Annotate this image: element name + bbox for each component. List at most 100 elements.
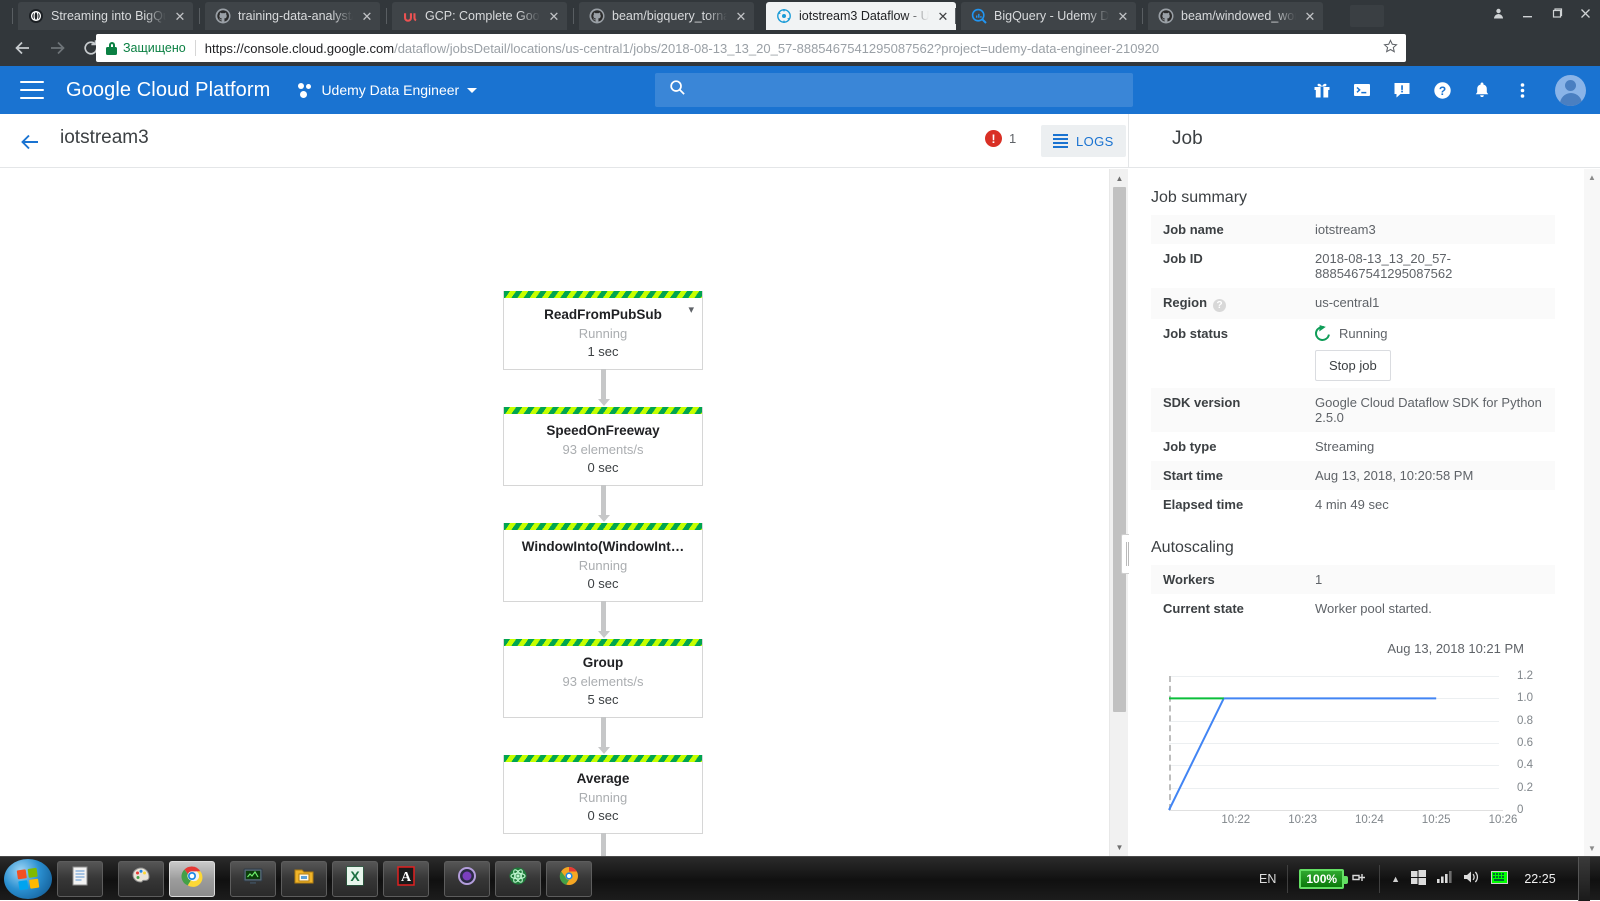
close-icon[interactable]: [1571, 0, 1600, 26]
star-icon[interactable]: [1375, 39, 1398, 57]
show-hidden-icon[interactable]: ▲: [1391, 874, 1400, 884]
taskbar-clock[interactable]: 22:25: [1519, 872, 1561, 886]
row-key: Current state: [1163, 601, 1244, 616]
address-bar[interactable]: Защищено https://console.cloud.google.co…: [96, 34, 1406, 62]
github-icon: [1158, 8, 1174, 24]
taskbar-button[interactable]: A: [383, 861, 429, 897]
info-row: Job nameiotstream3: [1151, 215, 1555, 244]
browser-tab[interactable]: iotstream3 Dataflow - Ud✕: [766, 2, 956, 30]
pipeline-step-node[interactable]: WindowInto(WindowInt…Running0 sec: [503, 523, 703, 602]
pipeline-step-node[interactable]: SpeedOnFreeway93 elements/s0 sec: [503, 407, 703, 486]
pipeline-edge: [601, 833, 606, 856]
back-arrow-icon[interactable]: [16, 128, 44, 156]
error-count-badge[interactable]: ! 1: [985, 130, 1016, 147]
logs-button[interactable]: LOGS: [1041, 125, 1126, 157]
row-key: SDK version: [1163, 395, 1240, 410]
tab-title: BigQuery - Udemy Data E: [994, 9, 1109, 23]
node-status-stripe: [504, 407, 702, 414]
tab-close-icon[interactable]: ✕: [547, 10, 561, 23]
language-indicator[interactable]: EN: [1259, 872, 1276, 886]
scroll-down-icon[interactable]: ▼: [1110, 838, 1129, 856]
taskbar-button[interactable]: [281, 861, 327, 897]
taskbar-button[interactable]: [444, 861, 490, 897]
minimize-icon[interactable]: [1513, 0, 1542, 26]
windows-start-orb[interactable]: [4, 859, 52, 899]
user-icon[interactable]: [1484, 0, 1513, 26]
taskbar-button[interactable]: X: [332, 861, 378, 897]
pipeline-step-node[interactable]: ▾ReadFromPubSubRunning1 sec: [503, 291, 703, 370]
taskbar-button[interactable]: [230, 861, 276, 897]
row-key-cell: Job ID: [1151, 244, 1303, 288]
chevron-down-icon[interactable]: ▾: [688, 303, 694, 316]
pipeline-edge: [601, 485, 606, 518]
taskbar-button[interactable]: [118, 861, 164, 897]
taskbar-button[interactable]: [169, 861, 215, 897]
chevron-down-icon: [467, 88, 477, 93]
pipeline-step-node[interactable]: Group93 elements/s5 sec: [503, 639, 703, 718]
taskbar-button[interactable]: [495, 861, 541, 897]
row-value: Aug 13, 2018, 10:20:58 PM: [1303, 461, 1555, 490]
project-picker[interactable]: Udemy Data Engineer: [298, 82, 477, 98]
keyboard-icon[interactable]: [1491, 871, 1508, 887]
more-vert-icon[interactable]: [1511, 79, 1533, 101]
pipeline-graph[interactable]: ▾ReadFromPubSubRunning1 sec SpeedOnFreewa…: [0, 169, 1128, 856]
graph-scrollbar[interactable]: ▲ ▼: [1109, 169, 1128, 856]
taskbar-button[interactable]: [546, 861, 592, 897]
hamburger-menu-icon[interactable]: [20, 81, 44, 99]
scroll-up-icon[interactable]: ▲: [1110, 169, 1129, 187]
stop-job-button[interactable]: Stop job: [1315, 350, 1391, 381]
node-status-stripe: [504, 639, 702, 646]
tab-close-icon[interactable]: ✕: [173, 10, 187, 23]
notifications-icon[interactable]: [1471, 79, 1493, 101]
back-arrow-icon[interactable]: [6, 30, 40, 66]
pipeline-step-node[interactable]: AverageRunning0 sec: [503, 755, 703, 834]
windows-icon[interactable]: [1411, 870, 1426, 888]
browser-tab[interactable]: training-data-analyst/cou✕: [205, 2, 380, 30]
tab-close-icon[interactable]: ✕: [360, 10, 374, 23]
search-input[interactable]: [655, 73, 1133, 107]
browser-tab[interactable]: beam/windowed_wordco✕: [1148, 2, 1323, 30]
gcp-brand[interactable]: Google Cloud Platform: [66, 79, 270, 102]
browser-tab[interactable]: BigQuery - Udemy Data E ✕: [961, 2, 1136, 30]
pipeline-edge: [601, 369, 606, 402]
network-icon[interactable]: [1437, 870, 1453, 887]
avatar[interactable]: [1555, 75, 1586, 106]
chart-timestamp: Aug 13, 2018 10:21 PM: [1129, 641, 1524, 656]
panel-scrollbar[interactable]: ▲ ▼: [1584, 169, 1600, 856]
forward-arrow-icon[interactable]: [40, 30, 74, 66]
tab-close-icon[interactable]: ✕: [734, 10, 748, 23]
taskbar-button[interactable]: [57, 861, 103, 897]
new-tab-button[interactable]: [1350, 5, 1384, 27]
tab-close-icon[interactable]: ✕: [936, 10, 950, 23]
tab-close-icon[interactable]: ✕: [1303, 10, 1317, 23]
node-status: Running: [504, 558, 702, 573]
omnibox-divider: [195, 40, 196, 56]
graph-scrollbar-thumb[interactable]: [1113, 187, 1126, 712]
tab-separator: [955, 8, 956, 24]
node-duration: 0 sec: [504, 576, 702, 591]
browser-tab[interactable]: Streaming into BigQuery✕: [18, 2, 193, 30]
show-desktop-button[interactable]: [1578, 857, 1590, 901]
browser-tab[interactable]: GCP: Complete Google D✕: [392, 2, 567, 30]
help-icon[interactable]: ?: [1431, 79, 1453, 101]
globe-dark-icon: [28, 8, 44, 24]
node-status: Running: [504, 326, 702, 341]
feedback-icon[interactable]: [1391, 79, 1413, 101]
tab-close-icon[interactable]: ✕: [1116, 10, 1130, 23]
autoscaling-chart: 1.21.00.80.60.40.2010:2210:2310:2410:251…: [1151, 670, 1551, 825]
row-value-cell: RunningStop job: [1303, 319, 1555, 388]
panel-scroll-down-icon[interactable]: ▼: [1584, 840, 1600, 856]
browser-tab[interactable]: beam/bigquery_tornadoe✕: [579, 2, 754, 30]
browser-toolbar: Защищено https://console.cloud.google.co…: [0, 30, 1600, 66]
autoscaling-table: Workers1Current stateWorker pool started…: [1151, 565, 1555, 623]
help-circle-icon[interactable]: ?: [1213, 299, 1226, 312]
volume-icon[interactable]: [1464, 870, 1480, 887]
battery-indicator[interactable]: 100%: [1299, 869, 1368, 889]
svg-text:X: X: [350, 868, 360, 884]
brand-light: Cloud Platform: [131, 79, 270, 101]
panel-scroll-up-icon[interactable]: ▲: [1584, 169, 1600, 185]
gift-icon[interactable]: [1311, 79, 1333, 101]
row-key: Job ID: [1163, 251, 1203, 266]
maximize-icon[interactable]: [1542, 0, 1571, 26]
cloud-shell-icon[interactable]: [1351, 79, 1373, 101]
